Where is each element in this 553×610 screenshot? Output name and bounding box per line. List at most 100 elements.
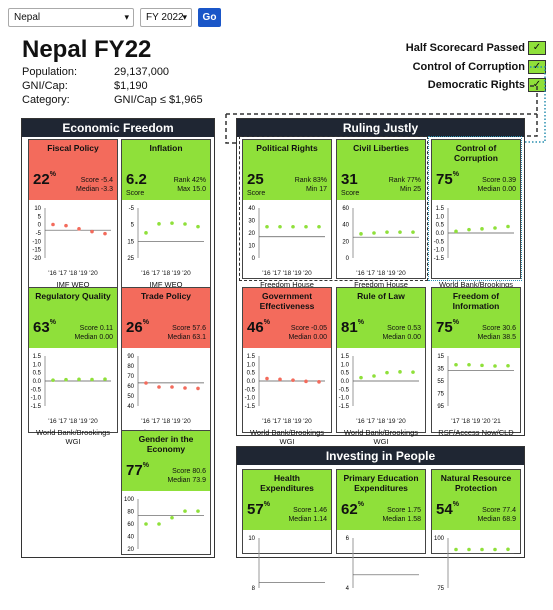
trend-chart: 1.5 1.0 0.5 0.0 -0.5 -1.0 -1.5 [245,354,325,410]
card-score: 54% [436,501,459,518]
y-tick-label: -1.5 [339,404,350,410]
y-tick-label: 0.0 [436,231,445,237]
card-govt[interactable]: Government Effectiveness 46% Score -0.05… [242,287,332,446]
data-point [467,547,471,552]
data-point [170,385,174,389]
trend-chart: -5 5 15 25 [127,206,204,262]
card-score: 75% [436,319,459,336]
trend-chart: 100 75 [434,536,514,592]
data-point [372,374,376,378]
card-stats: Rank 83% Min 17 [294,177,327,193]
data-point [170,515,174,520]
data-point [64,377,68,382]
y-tick-label: -15 [32,248,41,254]
section-title: Ruling Justly [237,119,524,137]
card-score: 75% [436,171,459,188]
card-score: 63% [33,319,56,336]
data-point [480,227,484,231]
card-regulatory[interactable]: Regulatory Quality 63% Score 0.11 Median … [28,287,118,446]
data-point [317,380,321,384]
card-trade[interactable]: Trade Policy 26% Score 57.6 Median 63.1 90… [121,287,211,437]
card-score: 25 [247,171,264,188]
x-tick-labels: '16 '17 '18 '19 '20 [356,418,406,425]
trend-chart: 1.5 1.0 0.5 0.0 -0.5 -1.0 -1.5 [434,206,514,262]
card-title: Political Rights [256,143,318,153]
card-header: Health Expenditures 57% Score 1.46 Median… [243,470,331,530]
x-tick-labels: '17 '18 '19 '20 '21 [451,418,501,425]
card-stats: Score 1.46 Median 1.14 [288,507,327,523]
card-stats: Score 77.4 Median 68.9 [477,507,516,523]
card-header: Natural Resource Protection 54% Score 77… [432,470,520,530]
y-tick-label: 0 [346,256,350,262]
trend-chart: 60 40 20 0 [342,206,419,262]
card-stats: Score 0.53 Median 0.00 [382,325,421,341]
trend-chart: 40 30 20 10 0 [248,206,325,262]
data-source: World Bank/Brookings WGI [343,428,419,446]
y-tick-label: 10 [34,206,41,212]
card-civil[interactable]: Civil Liberties 31 Score Rank 77% Min 25 6… [336,139,426,289]
card-title: Government Effectiveness [259,291,315,311]
card-health[interactable]: Health Expenditures 57% Score 1.46 Median… [242,469,332,592]
score-label: Score [341,190,360,197]
x-tick-labels: '16 '17 '18 '19 '20 [141,270,191,277]
card-score: 22% [33,171,56,188]
y-tick-label: -0.5 [31,387,42,393]
data-point [170,221,174,225]
card-header: Rule of Law 81% Score 0.53 Median 0.00 [337,288,425,348]
card-score: 26% [126,319,149,336]
y-tick-label: -5 [36,231,42,237]
card-score: 81% [341,319,364,336]
y-tick-label: 30 [248,219,255,225]
trend-chart: 10 5 0 -5 -10 -15 -20 [32,206,111,262]
data-point [157,222,161,226]
y-tick-label: 20 [248,231,255,237]
y-tick-label: -0.5 [434,239,445,245]
data-point [265,376,269,381]
trend-chart: 10080604020 [124,497,204,553]
chart-area: 10 5 0 -5 -10 -15 -20 '16 '17 '18 '19 '20 [29,200,117,280]
data-point [454,547,458,552]
card-law[interactable]: Rule of Law 81% Score 0.53 Median 0.00 1.5… [336,287,426,446]
card-corruption[interactable]: Control of Corruption 75% Score 0.39 Medi… [431,139,521,298]
card-education[interactable]: Primary Education Expenditures 62% Score… [336,469,426,592]
data-point [103,377,107,381]
data-point [467,362,471,367]
y-tick-label: 40 [127,535,134,541]
y-tick-label: 15 [127,239,134,245]
data-point [196,224,200,229]
data-point [493,226,497,230]
card-score: 77% [126,462,149,479]
card-title: Fiscal Policy [47,143,99,153]
y-tick-label: 0 [252,256,256,262]
y-tick-label: 10 [248,244,255,250]
card-stats: Score 1.75 Median 1.58 [382,507,421,523]
y-tick-label: -0.5 [339,387,350,393]
y-tick-label: 50 [127,394,134,400]
y-tick-label: 60 [127,384,134,390]
card-title: Freedom of Information [452,291,500,311]
trend-chart: 1.5 1.0 0.5 0.0 -0.5 -1.0 -1.5 [31,354,111,410]
x-tick-labels: '16 '17 '18 '19 '20 [262,418,312,425]
data-point [90,229,94,234]
card-score: 46% [247,319,270,336]
card-title: Inflation [149,143,183,153]
x-tick-labels: '16 '17 '18 '19 '20 [48,270,98,277]
y-tick-label: 5 [38,214,42,220]
card-title: Primary Education Expenditures [343,473,419,493]
card-score: 31 [341,171,358,188]
card-header: Civil Liberties 31 Score Rank 77% Min 25 [337,140,425,200]
y-tick-label: 60 [127,522,134,528]
chart-area: 90 80 70 60 50 40 '16 '17 '18 '19 '20 [122,348,210,428]
card-political[interactable]: Political Rights 25 Score Rank 83% Min 17… [242,139,332,289]
y-tick-label: 0.0 [247,379,256,385]
card-stats: Rank 77% Min 25 [388,177,421,193]
card-info[interactable]: Freedom of Information 75% Score 30.6 Med… [431,287,521,437]
card-title: Control of Corruption [454,143,498,163]
card-gender[interactable]: Gender in the Economy 77% Score 80.6 Medi… [121,430,211,555]
chart-area: 100 80 60 40 20 [122,491,210,571]
y-tick-label: 80 [127,510,134,516]
x-tick-labels: '16 '17 '18 '19 '20 [141,418,191,425]
data-point [304,224,308,229]
card-natural[interactable]: Natural Resource Protection 54% Score 77… [431,469,521,592]
data-point [359,375,363,380]
